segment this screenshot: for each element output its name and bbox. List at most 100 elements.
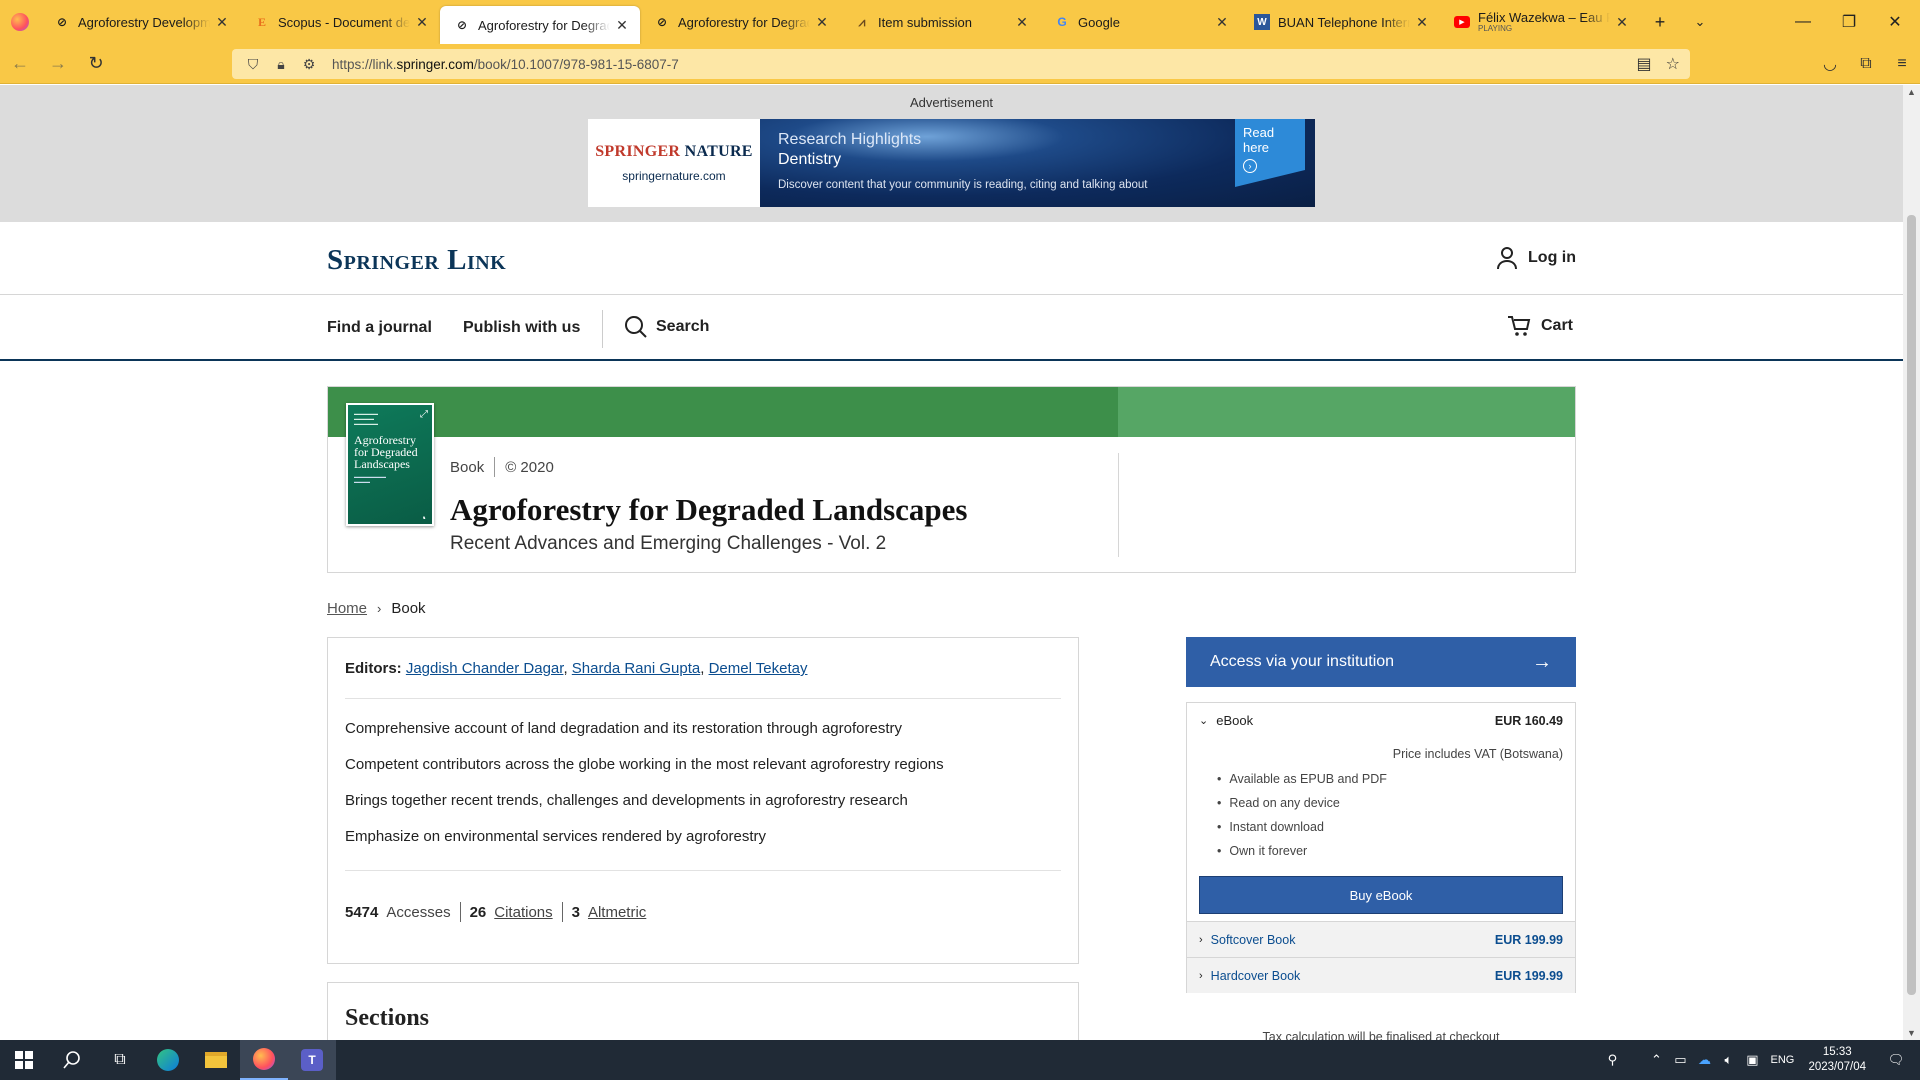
feature-item: Available as EPUB and PDF	[1217, 772, 1387, 786]
advertisement-banner[interactable]: SPRINGER NATURE springernature.com Resea…	[588, 119, 1315, 207]
extensions-icon[interactable]: ⧉	[1848, 55, 1884, 73]
display-icon[interactable]: ▣	[1740, 1052, 1764, 1068]
word-favicon-icon: W	[1254, 14, 1270, 30]
tab-agroforestry-degraded[interactable]: ⊘ Agroforestry for Degraded L ✕	[640, 0, 840, 44]
find-journal-link[interactable]: Find a journal	[327, 319, 432, 337]
breadcrumb-home-link[interactable]: Home	[327, 600, 367, 617]
file-explorer-icon[interactable]	[192, 1040, 240, 1080]
chevron-right-icon: ›	[1199, 933, 1203, 946]
advertisement-band: Advertisement SPRINGER NATURE springerna…	[0, 85, 1903, 222]
springer-link-logo[interactable]: Springer Link	[327, 244, 506, 277]
permissions-icon[interactable]: ⚙	[298, 56, 320, 73]
close-icon[interactable]: ✕	[614, 17, 630, 34]
tab-youtube-playing[interactable]: ▶ Félix Wazekwa – Eau Pure fe PLAYING ✕	[1440, 0, 1640, 44]
close-icon[interactable]: ✕	[1414, 14, 1430, 31]
ebook-price: EUR 160.49	[1494, 713, 1563, 728]
altmetric-count: 3	[571, 903, 580, 921]
close-icon[interactable]: ✕	[1214, 14, 1230, 31]
scrollbar-thumb[interactable]	[1907, 215, 1916, 995]
content-type: Book	[450, 458, 485, 476]
altmetric-link[interactable]: Altmetric	[588, 904, 646, 921]
reader-view-icon[interactable]: ▤	[1637, 54, 1652, 74]
notification-center-icon[interactable]: 🗨︎	[1884, 1052, 1908, 1068]
access-via-institution-button[interactable]: Access via your institution →	[1186, 637, 1576, 687]
new-tab-plus-icon[interactable]: +	[1640, 0, 1680, 44]
taskbar-clock[interactable]: 15:33 2023/07/04	[1808, 1045, 1866, 1075]
firefox-menu-icon[interactable]	[0, 0, 40, 44]
pocket-icon[interactable]: ◡	[1812, 54, 1848, 74]
onedrive-cloud-icon[interactable]: ☁	[1692, 1052, 1716, 1068]
close-window-icon[interactable]: ✕	[1872, 0, 1918, 44]
ad-read-here-button[interactable]: Read here ›	[1235, 119, 1305, 187]
close-icon[interactable]: ✕	[414, 14, 430, 31]
breadcrumb-current: Book	[391, 600, 426, 617]
url-bar[interactable]: ⛉ 🔒︎ ⚙ https://link.springer.com/book/10…	[232, 49, 1690, 79]
accessibility-icon[interactable]: ⚲	[1600, 1052, 1624, 1068]
cart-link[interactable]: Cart	[1507, 315, 1573, 337]
app-menu-icon[interactable]: ≡	[1884, 55, 1920, 73]
breadcrumb: Home › Book	[327, 600, 426, 617]
cart-icon	[1507, 316, 1531, 336]
copyright-year: © 2020	[505, 458, 554, 476]
feature-item: Instant download	[1217, 820, 1324, 834]
close-icon[interactable]: ✕	[214, 14, 230, 31]
close-icon[interactable]: ✕	[1614, 14, 1630, 31]
page-scrollbar[interactable]: ▲ ▼	[1903, 85, 1920, 1040]
ebook-option-toggle[interactable]: ⌄ eBook EUR 160.49	[1187, 703, 1575, 738]
publish-with-us-link[interactable]: Publish with us	[463, 319, 580, 337]
springer-favicon-icon: ⊘	[456, 18, 468, 32]
tab-agroforestry-degraded-active[interactable]: ⊘ Agroforestry for Degraded L ✕	[440, 6, 640, 44]
citations-link[interactable]: Citations	[494, 904, 552, 921]
restore-icon[interactable]: ❐	[1826, 0, 1872, 44]
scopus-favicon-icon: E	[257, 14, 266, 29]
site-header: Springer Link Log in	[0, 222, 1903, 295]
purchase-options: ⌄ eBook EUR 160.49 Price includes VAT (B…	[1186, 702, 1576, 993]
forward-arrow-icon[interactable]: →	[40, 48, 76, 80]
task-view-icon[interactable]: ⧉	[96, 1040, 144, 1080]
book-cover-image[interactable]: ⤢ ▬▬▬▬▬▬ ▬▬▬▬▬ ▬▬▬▬▬▬ Agroforestry for Deg…	[346, 403, 434, 526]
teams-icon[interactable]: T	[288, 1040, 336, 1080]
taskbar-search-icon[interactable]	[48, 1040, 96, 1080]
list-tabs-chevron-down-icon[interactable]: ⌄	[1680, 0, 1720, 44]
softcover-option-toggle[interactable]: › Softcover Book EUR 199.99	[1187, 921, 1575, 957]
tab-agroforestry-development[interactable]: ⊘ Agroforestry Development ✕	[40, 0, 240, 44]
user-icon	[1497, 247, 1518, 270]
feature-item: Read on any device	[1217, 796, 1340, 810]
back-arrow-icon[interactable]: ←	[2, 48, 38, 80]
lock-icon[interactable]: 🔒︎	[270, 56, 292, 73]
volume-icon[interactable]: 🔈︎	[1716, 1052, 1740, 1068]
url-text[interactable]: https://link.springer.com/book/10.1007/9…	[332, 57, 679, 72]
tab-scopus[interactable]: E Scopus - Document details ✕	[240, 0, 440, 44]
login-link[interactable]: Log in	[1496, 246, 1576, 270]
edge-browser-icon[interactable]	[144, 1040, 192, 1080]
arrow-circle-icon: ›	[1243, 159, 1257, 173]
search-button[interactable]: Search	[624, 315, 709, 339]
book-subtitle: Recent Advances and Emerging Challenges …	[450, 533, 887, 554]
hardcover-option-toggle[interactable]: › Hardcover Book EUR 199.99	[1187, 957, 1575, 993]
sections-box: Sections	[327, 982, 1079, 1040]
expand-icon[interactable]: ⤢	[420, 409, 428, 420]
network-icon[interactable]: ▭	[1668, 1052, 1692, 1068]
book-details-box: Editors: Jagdish Chander Dagar, Sharda R…	[327, 637, 1079, 964]
scroll-up-icon[interactable]: ▲	[1903, 87, 1920, 97]
reload-icon[interactable]: ↻	[78, 48, 114, 80]
close-icon[interactable]: ✕	[814, 14, 830, 31]
firefox-taskbar-icon[interactable]	[240, 1040, 288, 1080]
buy-ebook-button[interactable]: Buy eBook	[1199, 876, 1563, 914]
windows-start-icon[interactable]	[0, 1040, 48, 1080]
language-indicator[interactable]: ENG	[1764, 1054, 1800, 1066]
editor-link[interactable]: Sharda Rani Gupta	[572, 660, 700, 677]
editor-link[interactable]: Demel Teketay	[709, 660, 808, 677]
scroll-down-icon[interactable]: ▼	[1903, 1028, 1920, 1038]
tab-item-submission[interactable]: ⩘ Item submission ✕	[840, 0, 1040, 44]
bookmark-star-icon[interactable]: ☆	[1666, 54, 1680, 74]
tracking-shield-icon[interactable]: ⛉	[242, 56, 264, 73]
minimize-icon[interactable]: —	[1780, 0, 1826, 44]
site-nav: Find a journal Publish with us Search Ca…	[0, 295, 1903, 361]
tab-google[interactable]: G Google ✕	[1040, 0, 1240, 44]
tab-buan-telephone[interactable]: W BUAN Telephone Internal D ✕	[1240, 0, 1440, 44]
editor-link[interactable]: Jagdish Chander Dagar	[406, 660, 564, 677]
highlight-item: Competent contributors across the globe …	[345, 756, 944, 773]
show-hidden-icons-chevron-up-icon[interactable]: ⌃	[1644, 1052, 1668, 1068]
close-icon[interactable]: ✕	[1014, 14, 1030, 31]
